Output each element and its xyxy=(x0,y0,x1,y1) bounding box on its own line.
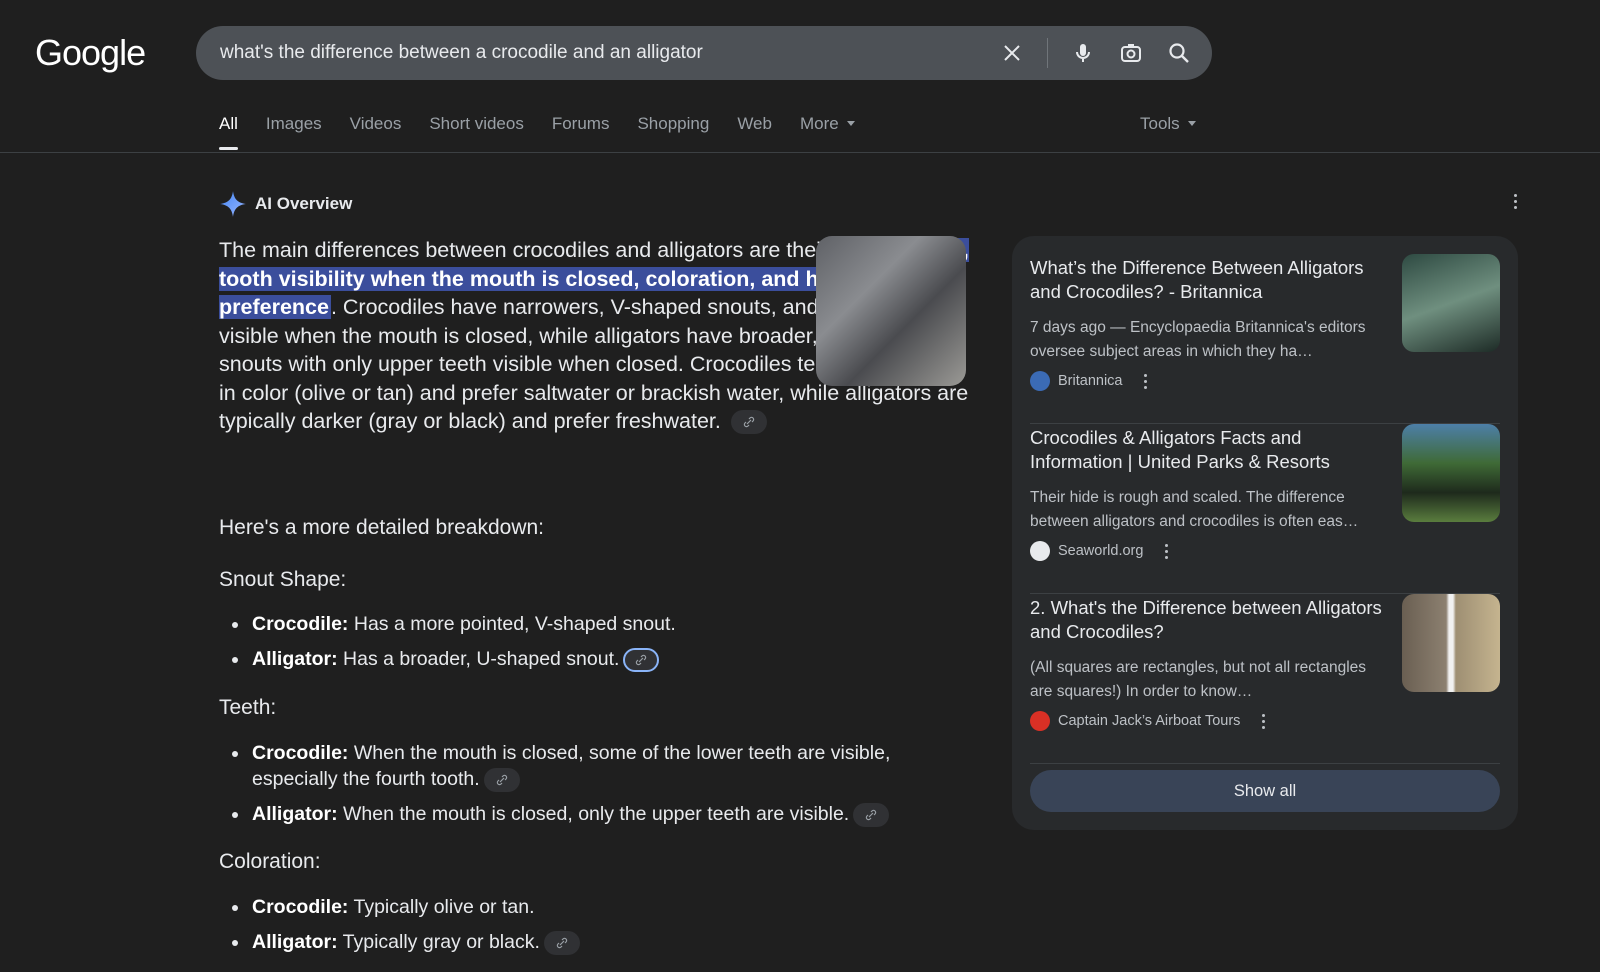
section-heading-coloration: Coloration: xyxy=(219,850,321,873)
google-logo[interactable]: Google xyxy=(35,32,146,74)
source-snippet: 7 days ago — Encyclopaedia Britannica's … xyxy=(1030,319,1366,360)
teeth-list: Crocodile: When the mouth is closed, som… xyxy=(232,740,952,836)
tools-label: Tools xyxy=(1140,114,1180,133)
source-more-icon[interactable] xyxy=(1165,543,1169,559)
seaworld-favicon-icon xyxy=(1030,541,1050,561)
caret-down-icon xyxy=(1187,121,1196,126)
source-thumbnail[interactable] xyxy=(1402,424,1500,522)
header-divider xyxy=(0,152,1600,153)
list-text: When the mouth is closed, some of the lo… xyxy=(252,742,891,790)
list-item: Alligator: When the mouth is closed, onl… xyxy=(232,801,952,827)
gemini-sparkle-icon xyxy=(220,191,246,217)
clear-icon[interactable] xyxy=(999,40,1025,66)
captain-jacks-favicon-icon xyxy=(1030,711,1050,731)
section-heading-snout: Snout Shape: xyxy=(219,568,347,591)
ai-overview-label: AI Overview xyxy=(255,194,353,213)
list-term: Alligator: xyxy=(252,648,338,670)
source-card[interactable]: 2. What's the Difference between Alligat… xyxy=(1030,594,1500,764)
tab-web[interactable]: Web xyxy=(737,114,772,150)
tools-button[interactable]: Tools xyxy=(1140,114,1196,134)
caret-down-icon xyxy=(846,121,855,126)
list-term: Crocodile: xyxy=(252,742,349,764)
list-term: Alligator: xyxy=(252,803,338,825)
list-item: Crocodile: Has a more pointed, V-shaped … xyxy=(232,611,952,637)
search-input[interactable]: what's the difference between a crocodil… xyxy=(220,42,999,64)
search-bar[interactable]: what's the difference between a crocodil… xyxy=(196,26,1212,80)
source-card[interactable]: What’s the Difference Between Alligators… xyxy=(1030,254,1500,424)
source-site-name: Seaworld.org xyxy=(1058,543,1144,559)
search-tabs: All Images Videos Short videos Forums Sh… xyxy=(219,114,883,150)
tab-images[interactable]: Images xyxy=(266,114,322,150)
tab-short-videos[interactable]: Short videos xyxy=(429,114,524,150)
source-title[interactable]: Crocodiles & Alligators Facts and Inform… xyxy=(1030,426,1390,474)
source-thumbnail[interactable] xyxy=(1402,254,1500,352)
summary-text-1: The main differences between crocodiles … xyxy=(219,238,835,262)
microphone-icon[interactable] xyxy=(1070,40,1096,66)
coloration-list: Crocodile: Typically olive or tan. Allig… xyxy=(232,894,952,964)
lens-camera-icon[interactable] xyxy=(1118,40,1144,66)
source-site-name: Britannica xyxy=(1058,373,1123,389)
source-title[interactable]: 2. What's the Difference between Alligat… xyxy=(1030,596,1390,644)
list-term: Crocodile: xyxy=(252,613,349,635)
source-title[interactable]: What’s the Difference Between Alligators… xyxy=(1030,256,1390,304)
source-more-icon[interactable] xyxy=(1144,373,1148,389)
snout-list: Crocodile: Has a more pointed, V-shaped … xyxy=(232,611,952,681)
list-text: Typically olive or tan. xyxy=(348,896,535,918)
britannica-favicon-icon xyxy=(1030,371,1050,391)
list-item: Alligator: Has a broader, U-shaped snout… xyxy=(232,646,952,672)
tab-forums[interactable]: Forums xyxy=(552,114,610,150)
google-results-page: Google what's the difference between a c… xyxy=(0,0,1600,972)
citation-link-icon[interactable] xyxy=(483,767,520,792)
ai-overview-more-icon[interactable] xyxy=(1514,194,1517,209)
source-snippet: Their hide is rough and scaled. The diff… xyxy=(1030,489,1359,530)
sources-panel: What’s the Difference Between Alligators… xyxy=(1012,236,1518,830)
source-site-name: Captain Jack’s Airboat Tours xyxy=(1058,713,1241,729)
tab-videos[interactable]: Videos xyxy=(350,114,402,150)
tab-all[interactable]: All xyxy=(219,114,238,150)
citation-link-icon[interactable] xyxy=(853,802,890,827)
tab-more-label: More xyxy=(799,114,839,133)
search-icon[interactable] xyxy=(1166,40,1192,66)
source-site: Captain Jack’s Airboat Tours xyxy=(1030,711,1266,731)
alligator-crocodile-image[interactable] xyxy=(816,236,966,386)
search-separator xyxy=(1047,38,1048,68)
list-text: Has a broader, U-shaped snout. xyxy=(337,648,620,670)
list-text: Has a more pointed, V-shaped snout. xyxy=(348,613,676,635)
source-snippet: (All squares are rectangles, but not all… xyxy=(1030,659,1367,700)
citation-link-icon[interactable] xyxy=(623,647,660,672)
source-site: Britannica xyxy=(1030,371,1148,391)
tab-shopping[interactable]: Shopping xyxy=(637,114,709,150)
tab-more[interactable]: More xyxy=(800,114,855,150)
citation-link-icon[interactable] xyxy=(730,410,767,435)
search-actions xyxy=(999,38,1192,68)
source-thumbnail[interactable] xyxy=(1402,594,1500,692)
source-site: Seaworld.org xyxy=(1030,541,1169,561)
list-text: Typically gray or black. xyxy=(337,931,540,953)
list-term: Crocodile: xyxy=(252,896,349,918)
list-item: Crocodile: When the mouth is closed, som… xyxy=(232,740,952,792)
source-card[interactable]: Crocodiles & Alligators Facts and Inform… xyxy=(1030,424,1500,594)
list-text: When the mouth is closed, only the upper… xyxy=(337,803,850,825)
section-heading-teeth: Teeth: xyxy=(219,696,277,719)
show-all-button[interactable]: Show all xyxy=(1030,770,1500,812)
list-item: Crocodile: Typically olive or tan. xyxy=(232,894,952,920)
list-item: Alligator: Typically gray or black. xyxy=(232,929,952,955)
breakdown-intro: Here's a more detailed breakdown: xyxy=(219,516,545,539)
citation-link-icon[interactable] xyxy=(543,930,580,955)
ai-overview-header: AI Overview xyxy=(219,190,352,218)
list-term: Alligator: xyxy=(252,931,338,953)
source-more-icon[interactable] xyxy=(1262,713,1266,729)
